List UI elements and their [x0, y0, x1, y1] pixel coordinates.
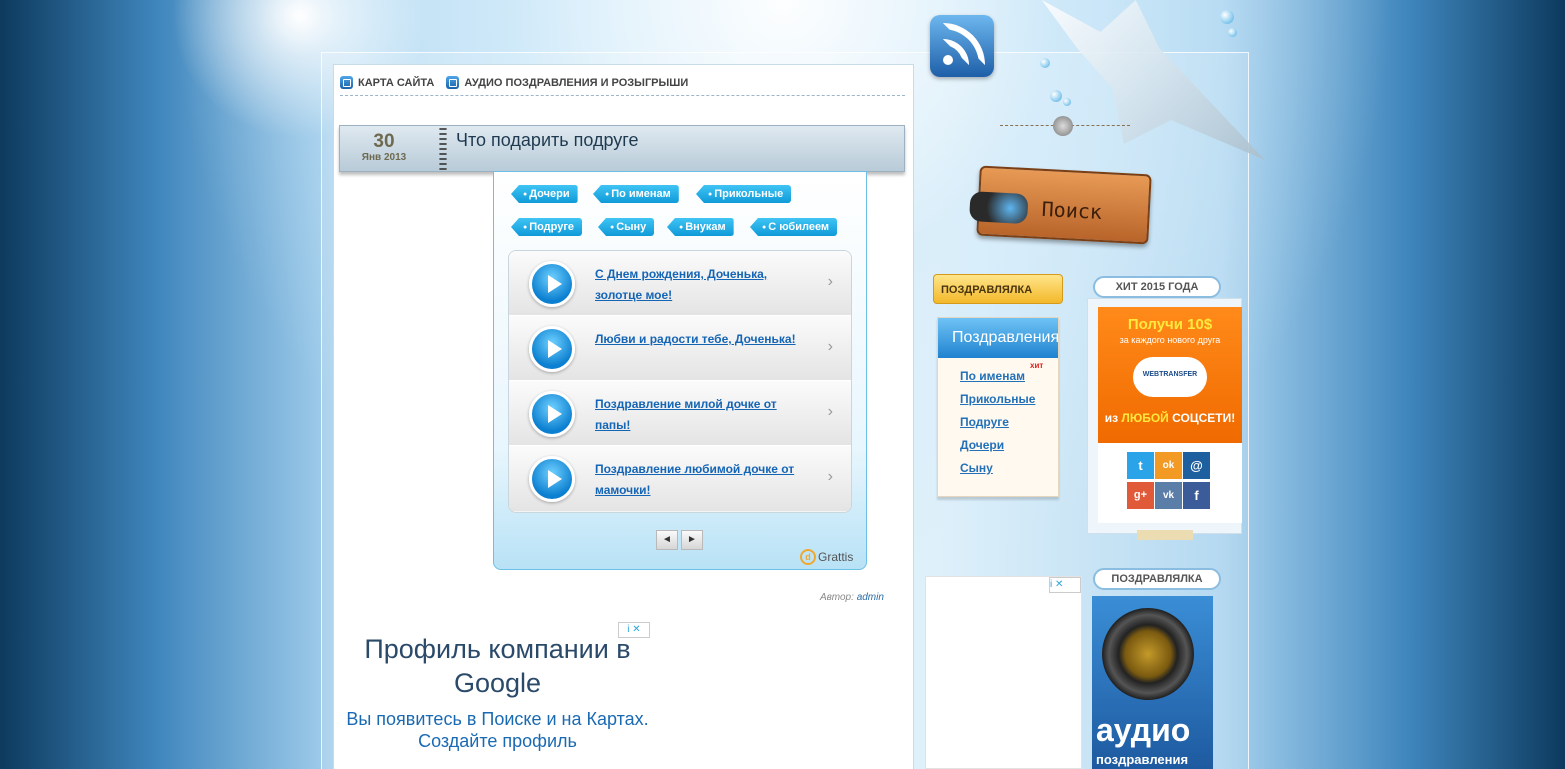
sidebar-heading-hit-2015: ХИТ 2015 ГОДА: [1093, 276, 1221, 298]
tagline-highlight: ЛЮБОЙ: [1121, 411, 1169, 425]
menu-link-girlfriend[interactable]: Подруге: [960, 415, 1058, 429]
track-title[interactable]: С Днем рождения, Доченька, золотце мое!: [595, 264, 805, 306]
track-title[interactable]: Любви и радости тебе, Доченька!: [595, 329, 805, 350]
banner-headline: Получи 10$: [1127, 316, 1213, 333]
box-footer-decoration: [1137, 530, 1193, 540]
audio-banner-title: аудио: [1096, 712, 1191, 748]
author-name[interactable]: admin: [857, 592, 884, 603]
nav-item-sitemap[interactable]: КАРТА САЙТА: [340, 76, 434, 89]
post-date-month: Янв 2013: [361, 152, 407, 163]
webtransfer-logo: WEBTRANSFER: [1133, 357, 1207, 397]
list-item[interactable]: Поздравление любимой дочке от мамочки! ›: [509, 446, 851, 511]
page-icon: [340, 76, 353, 89]
tag-son[interactable]: Сыну: [598, 218, 655, 236]
tag-grandchildren[interactable]: Внукам: [667, 218, 734, 236]
tag-daughters[interactable]: Дочери: [511, 185, 578, 203]
tag-girlfriend[interactable]: Подруге: [511, 218, 583, 236]
search-label: Поиск: [1041, 196, 1103, 224]
menu-link-funny[interactable]: Прикольные: [960, 392, 1058, 406]
nav-item-label: АУДИО ПОЗДРАВЛЕНИЯ И РОЗЫГРЫШИ: [464, 76, 689, 89]
post-date-day: 30: [373, 131, 395, 152]
track-title[interactable]: Поздравление милой дочке от папы!: [595, 394, 805, 436]
author-label: Автор:: [820, 592, 854, 603]
webtransfer-banner[interactable]: Получи 10$ за каждого нового друга WEBTR…: [1098, 307, 1242, 443]
ad-text[interactable]: Вы появитесь в Поиске и на Картах. Созда…: [345, 708, 650, 752]
post-header: 30 Янв 2013 Что подарить подруге: [339, 125, 905, 172]
page-icon: [446, 76, 460, 89]
grattis-brand-label: Grattis: [818, 550, 854, 564]
list-item[interactable]: С Днем рождения, Доченька, золотце мое! …: [509, 251, 851, 316]
greetings-menu-title: Поздравления: [938, 318, 1058, 358]
odnoklassniki-icon[interactable]: ok: [1155, 452, 1182, 479]
bubble-decoration: [1063, 98, 1071, 106]
menu-link-daughter[interactable]: Дочери: [960, 438, 1058, 452]
rss-icon[interactable]: [930, 15, 994, 77]
bubble-decoration: [1220, 10, 1234, 24]
twitter-icon[interactable]: t: [1127, 452, 1154, 479]
post-title[interactable]: Что подарить подруге: [456, 130, 638, 151]
play-icon[interactable]: [529, 261, 575, 307]
menu-link-son[interactable]: Сыну: [960, 461, 1058, 475]
nav-item-audio-greetings[interactable]: АУДИО ПОЗДРАВЛЕНИЯ И РОЗЫГРЫШИ: [446, 76, 688, 89]
logo-text: WEBTRANSFER: [1142, 371, 1198, 378]
prev-page-button[interactable]: ◄: [656, 530, 678, 550]
ad-sidebar[interactable]: i ✕: [925, 576, 1082, 769]
tagline-part: СОЦСЕТИ!: [1172, 411, 1236, 425]
grattis-logo-icon: d: [800, 549, 816, 565]
tagline-part: из: [1104, 411, 1119, 425]
ad-headline[interactable]: Профиль компании в Google: [345, 632, 650, 700]
greetings-menu: Поздравления По именам хит Прикольные По…: [937, 317, 1059, 497]
chevron-right-icon: ›: [827, 338, 833, 355]
tag-jubilee[interactable]: С юбилеем: [750, 218, 838, 236]
play-icon[interactable]: [529, 391, 575, 437]
banner-tagline: из ЛЮБОЙ СОЦСЕТИ!: [1098, 411, 1242, 425]
track-title[interactable]: Поздравление любимой дочке от мамочки!: [595, 459, 805, 501]
track-list: С Днем рождения, Доченька, золотце мое! …: [508, 250, 852, 513]
post-date: 30 Янв 2013: [340, 126, 428, 171]
pin-icon: [1053, 116, 1073, 136]
tag-funny[interactable]: Прикольные: [696, 185, 792, 203]
menu-link-by-names[interactable]: По именам хит: [960, 361, 1058, 383]
tag-by-names[interactable]: По именам: [593, 185, 679, 203]
sidebar-heading-pozdravlyalka-2: ПОЗДРАВЛЯЛКА: [1093, 568, 1221, 590]
chevron-right-icon: ›: [827, 273, 833, 290]
top-navigation: КАРТА САЙТА АУДИО ПОЗДРАВЛЕНИЯ И РОЗЫГРЫ…: [340, 70, 905, 96]
grattis-brand-link[interactable]: d Grattis: [800, 549, 853, 565]
mail-icon[interactable]: @: [1183, 452, 1210, 479]
audio-banner-subtitle: поздравления: [1096, 752, 1189, 767]
nav-item-label: КАРТА САЙТА: [358, 76, 435, 89]
chevron-right-icon: ›: [827, 468, 833, 485]
sidebar-heading-pozdravlyalka: ПОЗДРАВЛЯЛКА: [933, 274, 1063, 304]
hit-badge: хит: [1030, 361, 1044, 370]
bubble-decoration: [1050, 90, 1062, 102]
bubble-decoration: [1228, 28, 1237, 37]
chevron-right-icon: ›: [827, 403, 833, 420]
search-button[interactable]: Поиск: [969, 165, 1152, 245]
google-plus-icon[interactable]: g+: [1127, 482, 1154, 509]
notebook-spiral-icon: [439, 128, 447, 170]
binoculars-icon: [969, 191, 1029, 225]
speaker-icon: [1102, 608, 1194, 700]
menu-link-label: По именам: [960, 369, 1026, 383]
list-item[interactable]: Любви и радости тебе, Доченька! ›: [509, 316, 851, 381]
play-icon[interactable]: [529, 456, 575, 502]
ad-choices-icon[interactable]: i ✕: [618, 622, 650, 638]
banner-subtitle: за каждого нового друга: [1119, 335, 1221, 345]
ad-choices-icon[interactable]: i ✕: [1049, 577, 1081, 593]
vk-icon[interactable]: vk: [1155, 482, 1182, 509]
ad-main[interactable]: i ✕ Профиль компании в Google Вы появите…: [345, 622, 650, 769]
facebook-icon[interactable]: f: [1183, 482, 1210, 509]
bubble-decoration: [1040, 58, 1050, 68]
play-icon[interactable]: [529, 326, 575, 372]
rss-dot: [943, 55, 953, 65]
audio-greetings-banner[interactable]: аудио поздравления: [1092, 596, 1213, 769]
next-page-button[interactable]: ►: [681, 530, 703, 550]
list-item[interactable]: Поздравление милой дочке от папы! ›: [509, 381, 851, 446]
post-author: Автор: admin: [820, 592, 884, 603]
